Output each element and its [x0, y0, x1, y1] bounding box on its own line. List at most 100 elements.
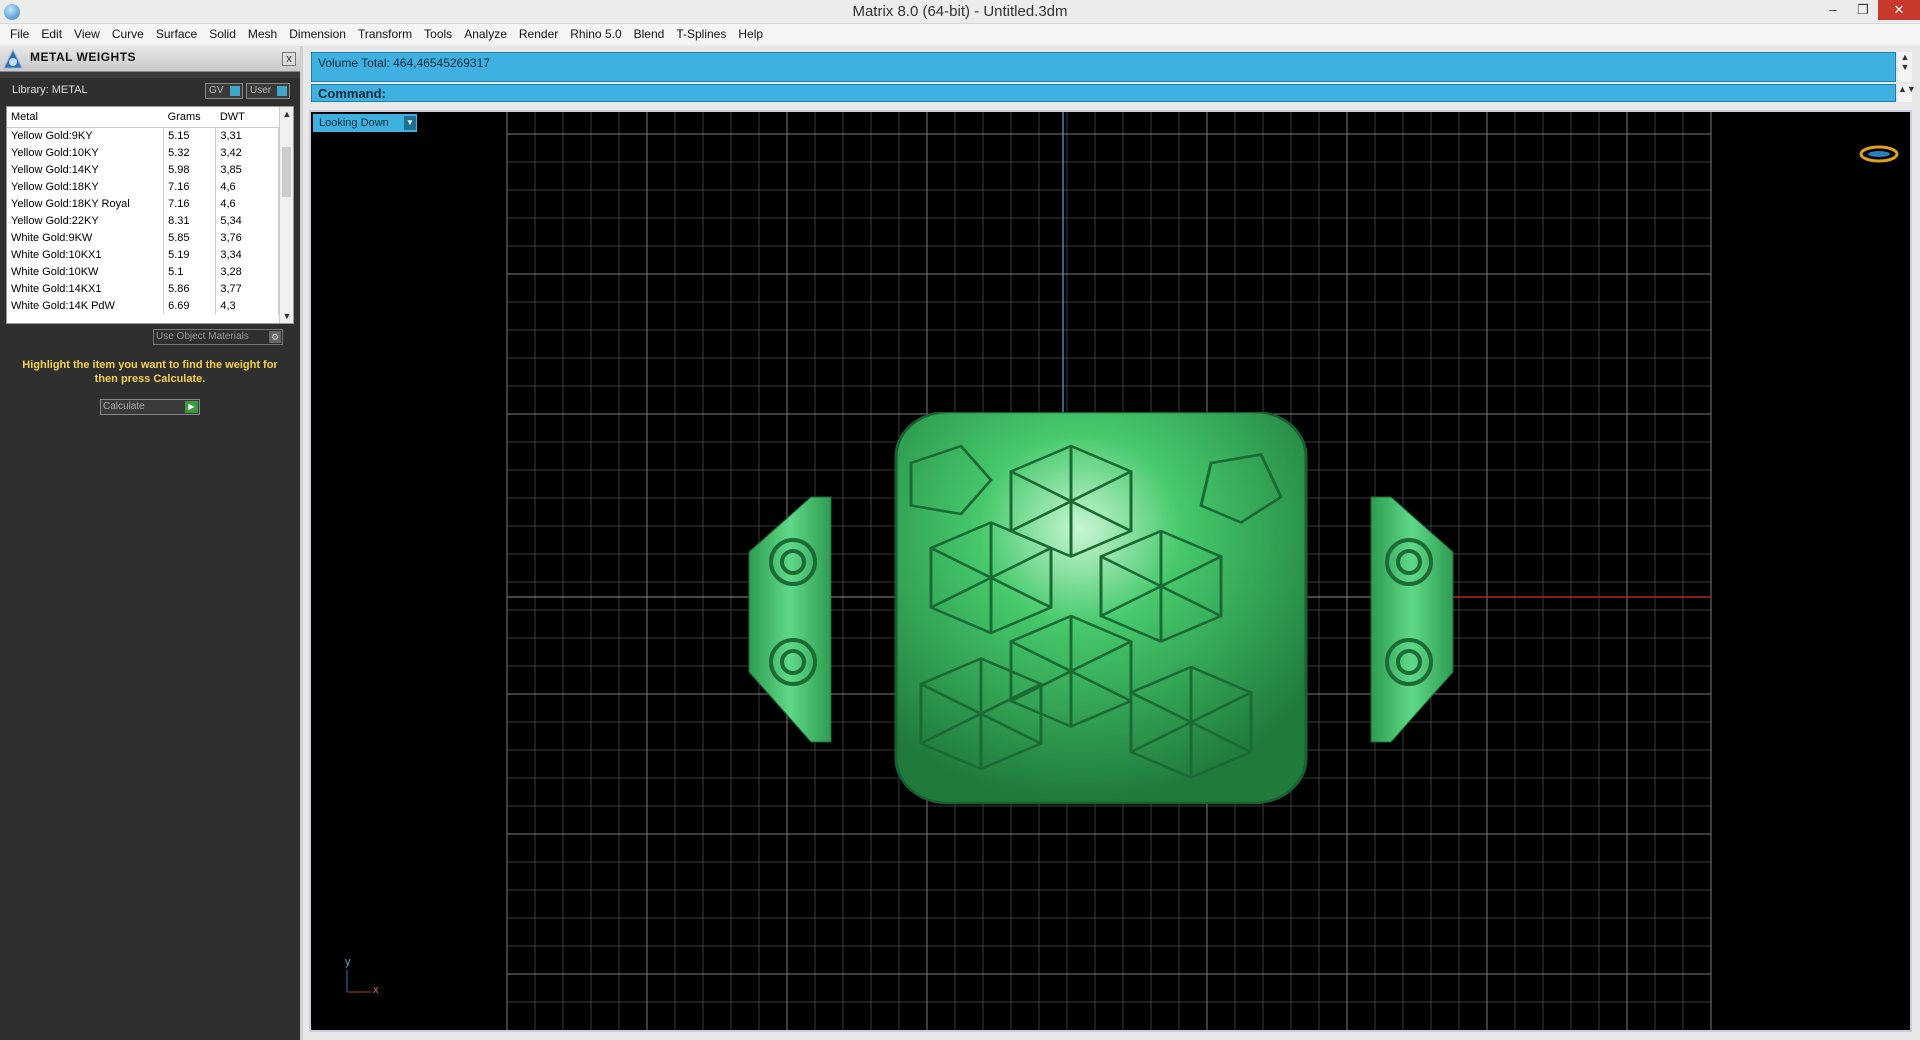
- menu-edit[interactable]: Edit: [35, 24, 68, 44]
- table-row[interactable]: Yellow Gold:9KY 5.15 3,31: [7, 127, 279, 144]
- table-row[interactable]: White Gold:14KX1 5.86 3,77: [7, 280, 279, 297]
- cell-grams: 5.85: [163, 229, 217, 246]
- view-name-dropdown[interactable]: Looking Down ▼: [313, 114, 417, 132]
- table-row[interactable]: White Gold:10KW 5.1 3,28: [7, 263, 279, 280]
- cell-metal: Yellow Gold:14KY: [7, 161, 165, 178]
- column-dwt[interactable]: DWT: [215, 107, 279, 128]
- cell-grams: 5.98: [163, 161, 217, 178]
- cell-dwt: 3,34: [215, 246, 279, 263]
- use-object-materials-button[interactable]: Use Object Materials ⚙: [153, 329, 283, 345]
- cell-metal: White Gold:14K PdW: [7, 297, 165, 314]
- gv-indicator: [230, 86, 240, 96]
- table-scrollbar[interactable]: ▲ ▼: [279, 107, 293, 323]
- cell-metal: Yellow Gold:18KY Royal: [7, 195, 165, 212]
- table-row[interactable]: White Gold:14K PdW 6.69 4,3: [7, 297, 279, 314]
- cell-grams: 5.1: [163, 263, 217, 280]
- minimize-button[interactable]: –: [1818, 0, 1848, 20]
- cell-grams: 5.32: [163, 144, 217, 161]
- workspace: Volume Total: 464,46545269317 ▲ ▼ Command…: [303, 46, 1920, 1040]
- cell-dwt: 4,3: [215, 297, 279, 314]
- axis-y-label: y: [345, 956, 351, 968]
- table-row[interactable]: Yellow Gold:14KY 5.98 3,85: [7, 161, 279, 178]
- cell-metal: Yellow Gold:9KY: [7, 127, 165, 144]
- menu-surface[interactable]: Surface: [150, 24, 203, 44]
- menu-file[interactable]: File: [4, 24, 35, 44]
- user-label: User: [250, 85, 272, 96]
- library-label: Library: METAL: [12, 84, 88, 96]
- view-name-label: Looking Down: [319, 117, 389, 129]
- cell-grams: 5.86: [163, 280, 217, 297]
- menu-tools[interactable]: Tools: [418, 24, 458, 44]
- cell-metal: Yellow Gold:22KY: [7, 212, 165, 229]
- cell-metal: White Gold:10KX1: [7, 246, 165, 263]
- gv-label: GV: [209, 85, 224, 96]
- command-history: Volume Total: 464,46545269317: [311, 52, 1896, 82]
- cell-metal: White Gold:10KW: [7, 263, 165, 280]
- menu-solid[interactable]: Solid: [203, 24, 242, 44]
- volume-readout: Volume Total: 464,46545269317: [318, 56, 490, 70]
- panel-title: METAL WEIGHTS: [30, 50, 137, 64]
- instruction-text: Highlight the item you want to find the …: [22, 359, 278, 385]
- menu-analyze[interactable]: Analyze: [458, 24, 513, 44]
- cell-dwt: 3,76: [215, 229, 279, 246]
- table-row[interactable]: White Gold:10KX1 5.19 3,34: [7, 246, 279, 263]
- cell-metal: White Gold:9KW: [7, 229, 165, 246]
- menu-blend[interactable]: Blend: [628, 24, 671, 44]
- gv-toggle[interactable]: GV: [205, 83, 243, 99]
- metal-weights-panel: METAL WEIGHTS x Library: METAL GV User M…: [0, 46, 303, 1040]
- menu-mesh[interactable]: Mesh: [242, 24, 283, 44]
- panel-header: METAL WEIGHTS x: [0, 46, 300, 72]
- title-bar: Matrix 8.0 (64-bit) - Untitled.3dm – ❐ ✕: [0, 0, 1920, 24]
- cell-grams: 8.31: [163, 212, 217, 229]
- user-toggle[interactable]: User: [246, 83, 290, 99]
- play-icon: ▶: [185, 401, 198, 413]
- panel-separator: [0, 72, 300, 78]
- column-metal[interactable]: Metal: [7, 107, 164, 128]
- metal-table: Metal Grams DWT Yellow Gold:9KY 5.15 3,31 …: [6, 106, 294, 324]
- menu-tsplines[interactable]: T-Splines: [670, 24, 732, 44]
- table-row[interactable]: Yellow Gold:18KY 7.16 4,6: [7, 178, 279, 195]
- menu-transform[interactable]: Transform: [352, 24, 418, 44]
- chevron-down-icon: ▼: [404, 116, 416, 130]
- viewport-top[interactable]: Looking Down ▼ y x: [309, 110, 1912, 1032]
- menu-bar: File Edit View Curve Surface Solid Mesh …: [0, 24, 1920, 44]
- cell-grams: 5.15: [163, 127, 217, 144]
- cell-metal: White Gold:14KX1: [7, 280, 165, 297]
- scroll-thumb[interactable]: [282, 147, 291, 197]
- menu-curve[interactable]: Curve: [106, 24, 150, 44]
- menu-rhino[interactable]: Rhino 5.0: [564, 24, 627, 44]
- history-scrollbar[interactable]: ▲ ▼: [1898, 52, 1912, 82]
- table-row[interactable]: White Gold:9KW 5.85 3,76: [7, 229, 279, 246]
- scroll-up-icon[interactable]: ▲: [280, 107, 293, 121]
- user-indicator: [277, 86, 287, 96]
- cell-dwt: 5,34: [215, 212, 279, 229]
- panel-close-button[interactable]: x: [282, 52, 296, 66]
- calculate-label: Calculate: [103, 401, 145, 412]
- ring-model[interactable]: [711, 412, 1491, 872]
- table-row[interactable]: Yellow Gold:18KY Royal 7.16 4,6: [7, 195, 279, 212]
- cell-metal: Yellow Gold:18KY: [7, 178, 165, 195]
- cell-dwt: 4,6: [215, 178, 279, 195]
- menu-render[interactable]: Render: [513, 24, 564, 44]
- scroll-down-icon[interactable]: ▼: [280, 309, 293, 323]
- command-scrollbar[interactable]: ▲▼: [1898, 84, 1916, 102]
- menu-view[interactable]: View: [68, 24, 106, 44]
- command-line[interactable]: Command:: [311, 84, 1896, 102]
- calculate-button[interactable]: Calculate ▶: [100, 399, 200, 415]
- command-label: Command:: [318, 86, 386, 101]
- table-row[interactable]: Yellow Gold:22KY 8.31 5,34: [7, 212, 279, 229]
- cell-dwt: 3,77: [215, 280, 279, 297]
- column-grams[interactable]: Grams: [163, 107, 216, 128]
- window-title: Matrix 8.0 (64-bit) - Untitled.3dm: [852, 3, 1068, 20]
- axis-x-label: x: [373, 984, 379, 996]
- gear-icon: ⚙: [269, 331, 281, 343]
- menu-help[interactable]: Help: [732, 24, 769, 44]
- view-navigator-icon[interactable]: [1859, 144, 1899, 164]
- use-materials-label: Use Object Materials: [156, 331, 249, 342]
- restore-button[interactable]: ❐: [1848, 0, 1878, 20]
- cell-dwt: 3,31: [215, 127, 279, 144]
- table-row[interactable]: Yellow Gold:10KY 5.32 3,42: [7, 144, 279, 161]
- close-button[interactable]: ✕: [1878, 0, 1920, 20]
- menu-dimension[interactable]: Dimension: [283, 24, 352, 44]
- cell-dwt: 4,6: [215, 195, 279, 212]
